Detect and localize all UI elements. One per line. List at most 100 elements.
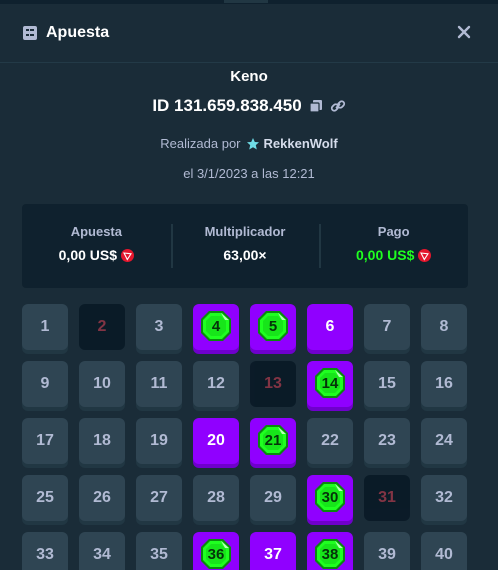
stat-bet: Apuesta 0,00 US$ (22, 224, 171, 268)
keno-tile-number: 27 (150, 489, 168, 506)
keno-tile-21[interactable]: 21 (250, 418, 296, 464)
username: RekkenWolf (263, 136, 338, 151)
keno-tile-24[interactable]: 24 (421, 418, 467, 464)
gem-icon: 38 (314, 538, 346, 570)
keno-tile-1[interactable]: 1 (22, 304, 68, 350)
keno-tile-number: 34 (93, 546, 111, 563)
keno-tile-13[interactable]: 13 (250, 361, 296, 407)
keno-tile-14[interactable]: 14 (307, 361, 353, 407)
keno-tile-number: 38 (321, 545, 339, 563)
keno-tile-number: 21 (264, 431, 282, 449)
keno-tile-number: 1 (40, 318, 50, 335)
keno-tile-23[interactable]: 23 (364, 418, 410, 464)
payout-label: Pago (377, 224, 410, 239)
keno-tile-6[interactable]: 6 (307, 304, 353, 350)
keno-tile-number: 3 (154, 318, 164, 335)
keno-tile-number: 12 (207, 375, 225, 392)
keno-tile-30[interactable]: 30 (307, 475, 353, 521)
modal-title: Apuesta (46, 24, 110, 41)
keno-tile-number: 31 (378, 489, 396, 506)
keno-tile-7[interactable]: 7 (364, 304, 410, 350)
keno-tile-3[interactable]: 3 (136, 304, 182, 350)
keno-tile-19[interactable]: 19 (136, 418, 182, 464)
keno-tile-16[interactable]: 16 (421, 361, 467, 407)
keno-tile-number: 4 (211, 317, 221, 335)
keno-tile-number: 28 (207, 489, 225, 506)
gem-icon: 14 (314, 367, 346, 399)
keno-tile-38[interactable]: 38 (307, 532, 353, 570)
keno-tile-26[interactable]: 26 (79, 475, 125, 521)
keno-tile-15[interactable]: 15 (364, 361, 410, 407)
game-name: Keno (230, 68, 268, 85)
keno-tile-number: 8 (439, 318, 449, 335)
gem-icon: 30 (314, 481, 346, 513)
keno-tile-number: 5 (268, 317, 278, 335)
keno-tile-number: 9 (40, 375, 50, 392)
keno-tile-29[interactable]: 29 (250, 475, 296, 521)
gem-icon: 21 (257, 424, 289, 456)
keno-tile-number: 37 (264, 546, 282, 563)
keno-tile-number: 7 (382, 318, 392, 335)
keno-tile-number: 29 (264, 489, 282, 506)
payout-value-row: 0,00 US$ (319, 247, 468, 263)
keno-tile-number: 15 (378, 375, 396, 392)
bet-value-row: 0,00 US$ (22, 247, 171, 263)
keno-tile-number: 22 (321, 432, 339, 449)
keno-tile-32[interactable]: 32 (421, 475, 467, 521)
keno-tile-number: 2 (97, 318, 107, 335)
gem-icon: 36 (200, 538, 232, 570)
bet-id: ID 131.659.838.450 (152, 96, 302, 115)
keno-tile-number: 6 (325, 318, 335, 335)
keno-tile-number: 10 (93, 375, 111, 392)
top-tab-indicator (224, 0, 268, 3)
keno-tile-31[interactable]: 31 (364, 475, 410, 521)
trx-coin-icon (418, 248, 432, 262)
keno-tile-36[interactable]: 36 (193, 532, 239, 570)
close-icon[interactable] (454, 22, 474, 42)
keno-tile-number: 36 (207, 545, 225, 563)
keno-tile-number: 35 (150, 546, 168, 563)
keno-tile-number: 33 (36, 546, 54, 563)
link-icon[interactable] (330, 98, 346, 114)
keno-tile-number: 17 (36, 432, 54, 449)
keno-tile-number: 26 (93, 489, 111, 506)
keno-tile-2[interactable]: 2 (79, 304, 125, 350)
keno-tile-4[interactable]: 4 (193, 304, 239, 350)
keno-tile-34[interactable]: 34 (79, 532, 125, 570)
modal-header: Apuesta (0, 4, 498, 62)
keno-tile-20[interactable]: 20 (193, 418, 239, 464)
keno-tile-10[interactable]: 10 (79, 361, 125, 407)
keno-tile-22[interactable]: 22 (307, 418, 353, 464)
keno-tile-35[interactable]: 35 (136, 532, 182, 570)
keno-tile-33[interactable]: 33 (22, 532, 68, 570)
keno-tile-39[interactable]: 39 (364, 532, 410, 570)
keno-tile-27[interactable]: 27 (136, 475, 182, 521)
keno-tile-number: 11 (150, 375, 168, 392)
vip-star-icon (246, 137, 260, 151)
keno-tile-number: 30 (321, 488, 339, 506)
keno-tile-18[interactable]: 18 (79, 418, 125, 464)
keno-tile-17[interactable]: 17 (22, 418, 68, 464)
keno-tile-number: 19 (150, 432, 168, 449)
bet-date: el 3/1/2023 a las 12:21 (183, 166, 315, 181)
stat-payout: Pago 0,00 US$ (319, 224, 468, 268)
keno-tile-5[interactable]: 5 (250, 304, 296, 350)
keno-tile-number: 13 (264, 375, 282, 392)
gem-icon: 4 (200, 310, 232, 342)
copy-icon[interactable] (308, 98, 324, 114)
keno-tile-8[interactable]: 8 (421, 304, 467, 350)
keno-grid: 1 2 3 4 5 6 7 8 9 10 11 12 13 14 15 16 17 18 19 20 21 22 23 24 2… (22, 304, 468, 570)
keno-tile-12[interactable]: 12 (193, 361, 239, 407)
keno-tile-number: 39 (378, 546, 396, 563)
keno-tile-25[interactable]: 25 (22, 475, 68, 521)
ticket-icon (22, 25, 38, 41)
keno-tile-40[interactable]: 40 (421, 532, 467, 570)
keno-tile-number: 32 (435, 489, 453, 506)
keno-tile-9[interactable]: 9 (22, 361, 68, 407)
keno-tile-37[interactable]: 37 (250, 532, 296, 570)
keno-tile-28[interactable]: 28 (193, 475, 239, 521)
bet-value: 0,00 US$ (58, 247, 118, 263)
keno-tile-11[interactable]: 11 (136, 361, 182, 407)
header-divider (0, 62, 498, 63)
username-link[interactable]: RekkenWolf (246, 136, 338, 151)
